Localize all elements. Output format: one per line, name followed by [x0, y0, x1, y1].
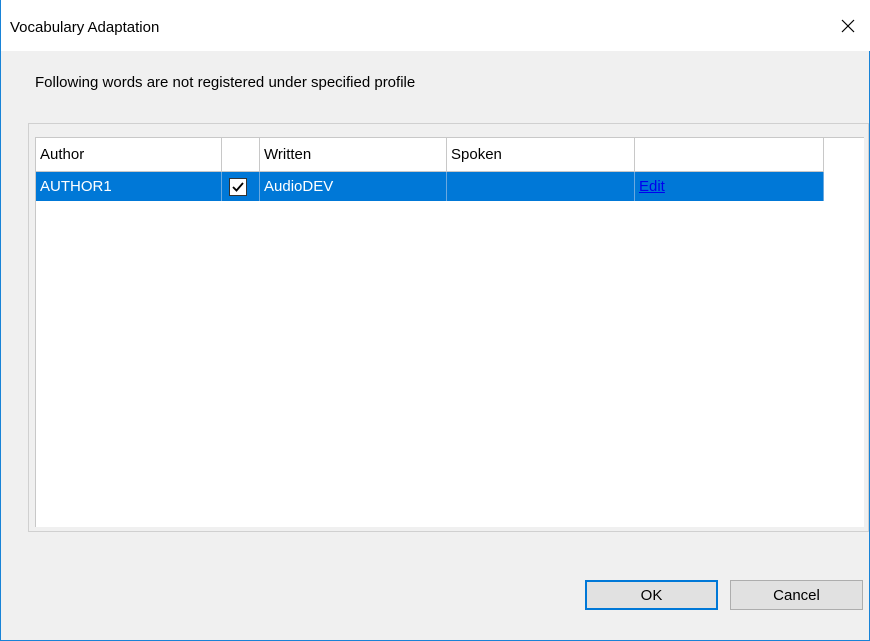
cancel-button[interactable]: Cancel [730, 580, 863, 610]
cell-check [222, 172, 260, 201]
cell-action: Edit [635, 172, 824, 201]
word-grid: Author Written Spoken AUTHOR1 AudioDEV E… [36, 138, 824, 201]
ok-button[interactable]: OK [585, 580, 718, 610]
word-list-frame: Author Written Spoken AUTHOR1 AudioDEV E… [28, 123, 869, 532]
word-list[interactable]: Author Written Spoken AUTHOR1 AudioDEV E… [35, 137, 864, 527]
column-header-spoken[interactable]: Spoken [447, 138, 635, 172]
cell-written: AudioDEV [260, 172, 447, 201]
column-header-action[interactable] [635, 138, 824, 172]
window-title: Vocabulary Adaptation [10, 19, 160, 36]
table-row[interactable]: AUTHOR1 AudioDEV Edit [36, 172, 824, 201]
register-checkbox[interactable] [229, 178, 247, 196]
grid-header: Author Written Spoken [36, 138, 824, 172]
column-header-author[interactable]: Author [36, 138, 222, 172]
column-header-check[interactable] [222, 138, 260, 172]
edit-link[interactable]: Edit [639, 178, 665, 195]
checkmark-icon [232, 182, 244, 192]
cell-author: AUTHOR1 [36, 172, 222, 201]
instruction-message: Following words are not registered under… [35, 74, 416, 91]
column-header-written[interactable]: Written [260, 138, 447, 172]
cell-spoken [447, 172, 635, 201]
title-bar: Vocabulary Adaptation [1, 0, 870, 51]
close-icon [841, 19, 855, 32]
close-button[interactable] [825, 0, 870, 51]
vocabulary-adaptation-dialog: Vocabulary Adaptation Following words ar… [0, 0, 870, 641]
